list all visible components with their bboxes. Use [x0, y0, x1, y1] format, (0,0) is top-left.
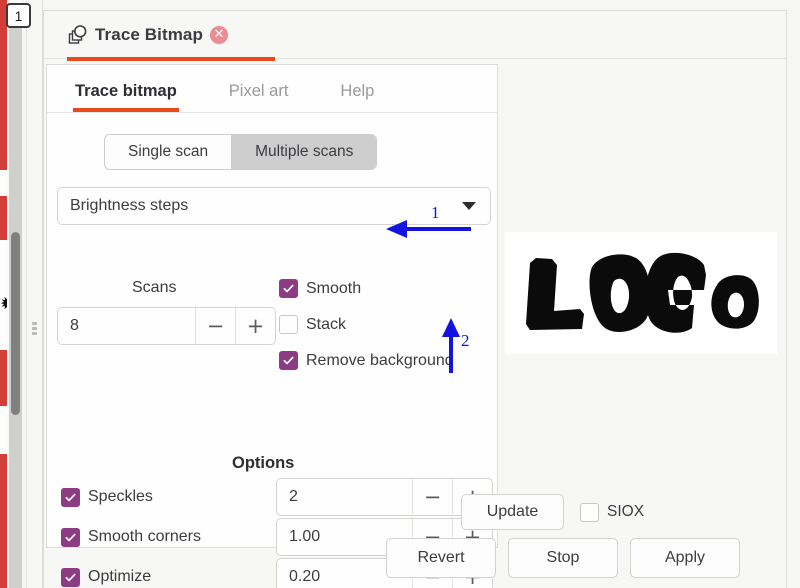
options-card: Trace bitmap Pixel art Help Single scan …	[46, 64, 498, 588]
dialog-title: Trace Bitmap	[95, 24, 203, 44]
background-window-strip	[0, 454, 7, 588]
update-row: Update SIOX	[461, 494, 644, 530]
checkbox-speckles[interactable]: Speckles	[61, 487, 276, 507]
splitter-grip-icon[interactable]	[32, 322, 37, 335]
checkbox-checked-icon	[279, 351, 298, 370]
checkbox-optimize[interactable]: Optimize	[61, 567, 276, 587]
tab-label: Trace bitmap	[75, 82, 177, 100]
annotation-number-1: 1	[431, 203, 440, 222]
tab-label: Pixel art	[228, 82, 289, 100]
stop-button[interactable]: Stop	[508, 538, 618, 578]
update-button[interactable]: Update	[461, 494, 564, 530]
chevron-down-icon	[462, 202, 476, 210]
background-canvas-gap	[0, 170, 7, 196]
scan-mode-single-scan[interactable]: Single scan	[105, 135, 232, 169]
checkbox-checked-icon	[61, 567, 80, 587]
checkbox-smooth-corners[interactable]: Smooth corners	[61, 527, 276, 547]
checkbox-checked-icon	[279, 279, 298, 298]
scans-increment-button[interactable]: +	[235, 308, 275, 344]
speckles-input[interactable]: 2	[277, 479, 412, 515]
tab-pixel-art[interactable]: Pixel art	[227, 82, 311, 112]
panel-right-border	[786, 11, 787, 588]
checkbox-label: SIOX	[607, 503, 645, 520]
trace-preview-image	[505, 232, 777, 354]
apply-button[interactable]: Apply	[630, 538, 740, 578]
panel-splitter[interactable]	[26, 0, 43, 588]
options-group-title: Options	[232, 454, 295, 472]
tab-trace-bitmap[interactable]: Trace bitmap	[73, 82, 199, 112]
checkbox-checked-icon	[61, 487, 80, 507]
speckles-decrement-button[interactable]: −	[412, 479, 452, 515]
checkbox-label: Smooth corners	[88, 528, 201, 545]
checkbox-smooth[interactable]: Smooth	[279, 279, 361, 298]
scans-label: Scans	[132, 279, 177, 296]
background-window-strip	[0, 350, 7, 406]
option-row-speckles: Speckles 2 − +	[61, 478, 493, 516]
detection-mode-value: Brightness steps	[70, 197, 189, 214]
checkbox-label: Stack	[306, 315, 347, 333]
checkbox-unchecked-icon	[580, 502, 599, 522]
checkbox-siox[interactable]: SIOX	[580, 502, 645, 522]
checkbox-checked-icon	[61, 527, 80, 547]
checkbox-unchecked-icon	[279, 315, 298, 334]
logo-bitmap	[526, 252, 759, 333]
checkbox-stack[interactable]: Stack	[279, 315, 346, 334]
scans-input[interactable]: 8	[58, 308, 195, 344]
step-badge: 1	[6, 3, 31, 28]
checkbox-label: Remove background	[306, 351, 454, 369]
trace-bitmap-dialog: Trace Bitmap ✕ Trace bitmap Pixel art He…	[43, 10, 787, 588]
detection-mode-dropdown[interactable]: Brightness steps	[57, 187, 491, 225]
checkbox-remove-background[interactable]: Remove background	[279, 351, 454, 370]
close-icon[interactable]: ✕	[209, 25, 228, 44]
checkbox-label: Optimize	[88, 568, 152, 585]
dialog-action-buttons: Revert Stop Apply	[386, 538, 740, 578]
revert-button[interactable]: Revert	[386, 538, 496, 578]
scan-mode-multiple-scans[interactable]: Multiple scans	[231, 135, 377, 169]
tabstrip: Trace bitmap Pixel art Help	[47, 65, 497, 113]
annotation-number-2: 2	[461, 331, 470, 350]
background-canvas-gap	[0, 406, 7, 454]
dialog-titlebar: Trace Bitmap ✕	[44, 11, 786, 61]
checkbox-label: Speckles	[88, 488, 153, 505]
vertical-scrollbar-thumb[interactable]	[11, 232, 20, 415]
tab-help[interactable]: Help	[338, 82, 396, 112]
scans-decrement-button[interactable]: −	[195, 308, 235, 344]
title-accent-underline	[67, 57, 275, 61]
trace-bitmap-icon	[68, 24, 87, 44]
scans-stepper: 8 − +	[57, 307, 276, 345]
preview-pane	[499, 64, 787, 494]
tab-label: Help	[340, 82, 375, 100]
checkbox-label: Smooth	[306, 279, 362, 297]
screen: ✹ 1 Trace Bitmap ✕ Trace bitmap Pixel ar…	[0, 0, 800, 588]
scan-mode-segmented-control: Single scan Multiple scans	[104, 134, 378, 170]
background-window-strip	[0, 196, 7, 240]
